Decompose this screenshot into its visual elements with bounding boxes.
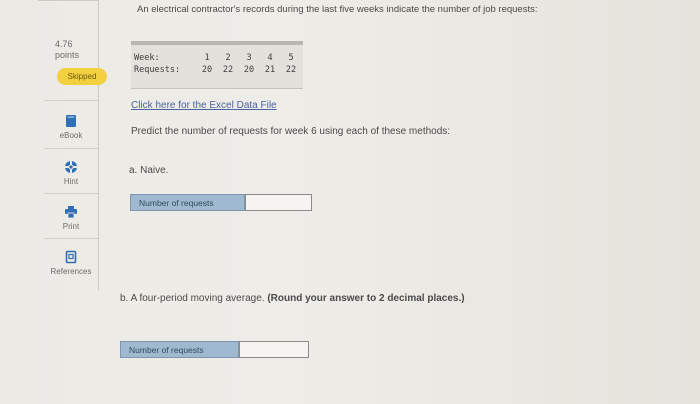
part-b-question: b. A four-period moving average. (Round …	[120, 293, 465, 304]
part-a-answer-row: Number of requests	[130, 194, 312, 211]
points-value: 4.76	[55, 39, 73, 49]
part-b-label: b. A four-period moving average.	[120, 293, 265, 304]
book-icon	[66, 115, 76, 127]
references-button[interactable]: References	[44, 250, 98, 276]
sidebar-divider	[44, 193, 98, 194]
references-label: References	[50, 267, 92, 276]
requests-row-label: Requests:	[134, 65, 181, 75]
week-cell: 1	[204, 53, 210, 63]
requests-cell: 20	[201, 65, 213, 75]
points-info: 4.76 points	[55, 39, 79, 61]
week-cell: 5	[288, 53, 294, 63]
part-b-rounding-note: (Round your answer to 2 decimal places.)	[267, 293, 465, 304]
excel-data-link[interactable]: Click here for the Excel Data File	[131, 100, 277, 111]
lifebuoy-icon	[65, 161, 77, 173]
part-a-answer-label: Number of requests	[130, 194, 245, 211]
printer-icon	[65, 206, 77, 219]
requests-cell: 21	[264, 65, 276, 75]
requests-cell: 20	[243, 65, 255, 75]
requests-cell: 22	[285, 65, 297, 75]
hint-label: Hint	[63, 177, 79, 186]
data-table: Week: Requests: 1 2 3 4 5 20 22 20 21 22	[131, 41, 303, 89]
status-badge: Skipped	[57, 68, 107, 85]
ebook-button[interactable]: eBook	[44, 114, 98, 140]
sidebar-divider	[44, 238, 98, 239]
points-label: points	[55, 50, 80, 60]
part-b-answer-input[interactable]	[239, 341, 309, 358]
week-row-label: Week:	[134, 53, 160, 63]
week-cell: 3	[246, 53, 252, 63]
question-intro: An electrical contractor's records durin…	[137, 4, 538, 15]
week-cell: 4	[267, 53, 273, 63]
part-b-answer-label: Number of requests	[120, 341, 239, 358]
print-button[interactable]: Print	[44, 205, 98, 231]
page: 4.76 points Skipped eBook Hint Print Ref…	[0, 0, 700, 404]
sidebar-divider	[44, 148, 98, 149]
document-icon	[65, 250, 77, 264]
part-b-answer-row: Number of requests	[120, 341, 309, 358]
sidebar-divider	[44, 100, 98, 101]
requests-cell: 22	[222, 65, 234, 75]
hint-button[interactable]: Hint	[44, 160, 98, 186]
instruction-text: Predict the number of requests for week …	[131, 126, 451, 137]
week-cell: 2	[225, 53, 231, 63]
ebook-label: eBook	[59, 131, 83, 140]
part-a-answer-input[interactable]	[245, 194, 312, 211]
print-label: Print	[62, 222, 80, 231]
part-a-label: a. Naive.	[129, 165, 169, 176]
